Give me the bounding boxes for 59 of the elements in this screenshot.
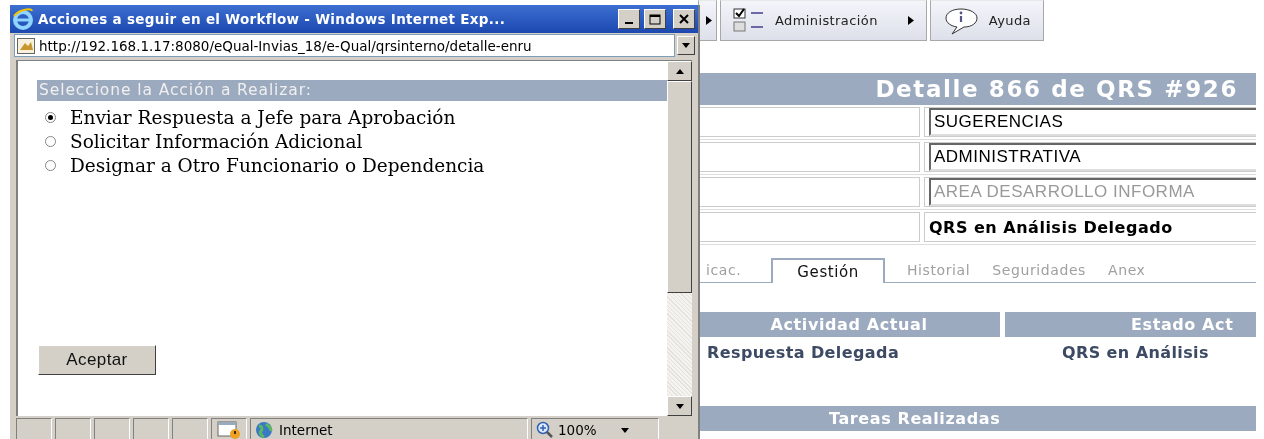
radio-button[interactable]: [45, 111, 56, 123]
toolbar-button[interactable]: [698, 0, 717, 41]
radio-option[interactable]: Designar a Otro Funcionario o Dependencia: [37, 153, 667, 177]
scroll-down-button[interactable]: [667, 396, 692, 416]
zone-label: Internet: [279, 422, 333, 438]
caret-icon: [907, 16, 914, 25]
option-label: Solicitar Información Adicional: [70, 130, 363, 152]
toolbar-label: Administración: [775, 13, 878, 28]
magnifier-icon: [536, 421, 554, 439]
up-arrow-icon: [675, 68, 684, 74]
caret-icon: [620, 427, 629, 433]
maximize-icon: [649, 13, 661, 25]
minimize-button[interactable]: [618, 9, 640, 29]
window-title: Acciones a seguir en el Workflow - Windows Internet Exp...: [38, 11, 507, 27]
option-label: Enviar Respuesta a Jefe para Aprobación: [70, 106, 456, 128]
status-panel: [94, 418, 130, 439]
status-text: QRS en Análisis Delegado: [929, 217, 1173, 237]
caret-icon: [682, 43, 690, 48]
radio-option[interactable]: Enviar Respuesta a Jefe para Aprobación: [37, 105, 667, 129]
accept-button[interactable]: Aceptar: [38, 345, 156, 375]
page-icon: [17, 37, 35, 54]
minimize-icon: [625, 22, 633, 24]
toolbar-button[interactable]: Administración: [720, 0, 927, 41]
down-arrow-icon: [675, 403, 684, 409]
close-icon: [679, 14, 689, 24]
dropdown-button[interactable]: [677, 36, 695, 55]
radio-option[interactable]: Solicitar Información Adicional: [37, 129, 667, 153]
option-label: Designar a Otro Funcionario o Dependencia: [70, 154, 485, 176]
page-title: Detalle 866 de QRS #926: [698, 73, 1256, 105]
scroll-up-button[interactable]: [667, 61, 692, 81]
globe-icon: [255, 421, 273, 439]
status-panel: [55, 418, 91, 439]
section-header: Tareas Realizadas: [698, 406, 1256, 431]
radio-button[interactable]: [45, 135, 56, 147]
zoom-control[interactable]: 100%: [531, 418, 659, 439]
zoom-level: 100%: [558, 422, 597, 438]
speech-bubble-icon: [942, 6, 979, 35]
toolbar-button[interactable]: Ayuda: [929, 0, 1044, 41]
status-panel: [16, 418, 52, 439]
input-field[interactable]: SUGERENCIAS: [929, 108, 1256, 136]
scrollbar-thumb[interactable]: [667, 81, 692, 293]
radio-button[interactable]: [45, 159, 56, 171]
caret-icon: [706, 16, 712, 25]
address-text: http://192.168.1.17:8080/eQual-Invias_18/e-Qual/qrsinterno/detalle-enru: [39, 37, 532, 54]
page-warning-icon: [216, 421, 242, 439]
table-cell-text: QRS en Análisis: [1062, 343, 1209, 364]
close-button[interactable]: [673, 9, 695, 29]
maximize-button[interactable]: [644, 9, 666, 29]
table-cell-text: Respuesta Delegada: [706, 343, 901, 364]
column-header: Actividad Actual: [698, 312, 1000, 337]
browser-logo-icon: [12, 8, 34, 30]
toolbar-label: Ayuda: [988, 13, 1031, 28]
status-panel: [172, 418, 208, 439]
address-field[interactable]: http://192.168.1.17:8080/eQual-Invias_18/e-Qual/qrsinterno/detalle-enru: [14, 34, 675, 57]
checklist-icon: [733, 7, 765, 34]
tab[interactable]: Gestión: [771, 258, 885, 283]
input-field[interactable]: ADMINISTRATIVA: [929, 143, 1256, 171]
column-header: Estado Act: [1005, 312, 1256, 337]
status-panel: [133, 418, 169, 439]
